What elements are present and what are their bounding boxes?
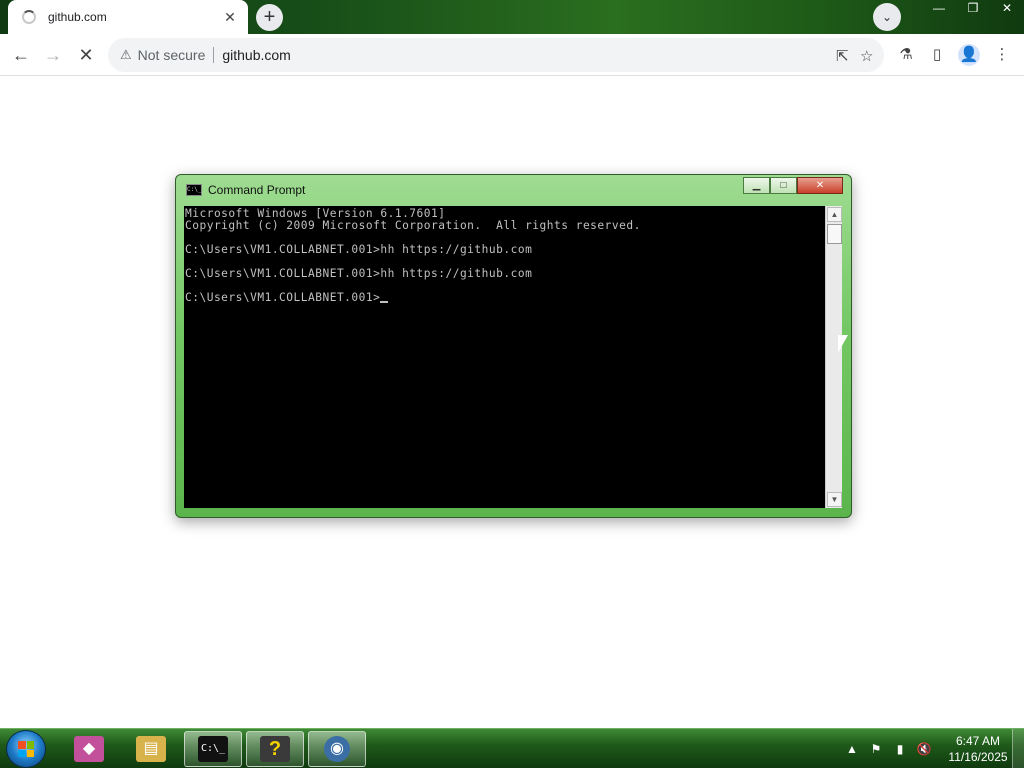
omnibox-divider	[213, 47, 215, 63]
profile-avatar-icon[interactable]: 👤	[958, 44, 980, 66]
clock-date: 11/16/2025	[948, 750, 1008, 764]
console-scrollbar[interactable]: ▲ ▼	[825, 206, 842, 508]
visual-studio-icon: ◆	[74, 736, 104, 762]
cmd-maximize-button[interactable]: □	[770, 177, 797, 194]
tab-title: github.com	[48, 10, 107, 24]
loading-spinner-icon	[22, 10, 36, 24]
windows-taskbar: ◆ ▤ C:\_ ? ◉ ▲ ⚑ ▮ 🔇 6:47 AM 11/16/2025	[0, 728, 1024, 768]
bookmark-star-icon[interactable]: ☆	[860, 47, 873, 65]
window-controls: — ❐ ✕	[922, 0, 1024, 18]
folder-icon: ▤	[136, 736, 166, 762]
stop-loading-button[interactable]: ✕	[73, 42, 99, 68]
system-tray: ▲ ⚑ ▮ 🔇 6:47 AM 11/16/2025	[842, 733, 1010, 765]
tab-search-button[interactable]: ⌄	[873, 3, 901, 31]
restore-button[interactable]: ❐	[956, 0, 990, 18]
tab-github[interactable]: github.com ✕	[8, 0, 248, 34]
console-line: Copyright (c) 2009 Microsoft Corporation…	[185, 219, 641, 232]
help-icon: ?	[260, 736, 290, 762]
console-line: C:\Users\VM1.COLLABNET.001>hh https://gi…	[185, 243, 533, 256]
taskbar-command-prompt[interactable]: C:\_	[184, 731, 242, 767]
cmd-window-controls: ▁ □ ✕	[743, 177, 843, 194]
minimize-button[interactable]: —	[922, 0, 956, 18]
browser-titlebar: github.com ✕ + ⌄ — ❐ ✕	[0, 0, 1024, 34]
close-button[interactable]: ✕	[990, 0, 1024, 18]
side-panel-icon[interactable]: ▯	[926, 44, 948, 66]
tab-close-icon[interactable]: ✕	[222, 9, 238, 26]
clock[interactable]: 6:47 AM 11/16/2025	[946, 733, 1010, 765]
cmd-titlebar[interactable]: C:\_ Command Prompt	[186, 183, 305, 197]
security-label[interactable]: Not secure	[138, 47, 206, 63]
taskbar-chrome[interactable]: ◉	[308, 731, 366, 767]
browser-toolbar: ← → ✕ ⚠ Not secure github.com ⇱ ☆ ⚗ ▯ 👤 …	[0, 34, 1024, 76]
start-button[interactable]	[6, 730, 46, 768]
mouse-pointer-icon	[838, 335, 848, 353]
action-center-flag-icon[interactable]: ⚑	[866, 740, 886, 758]
scroll-thumb[interactable]	[827, 224, 842, 244]
windows-logo-icon	[18, 741, 34, 757]
taskbar-explorer[interactable]: ▤	[122, 731, 180, 767]
taskbar-visual-studio[interactable]: ◆	[60, 731, 118, 767]
cmd-close-button[interactable]: ✕	[797, 177, 843, 194]
share-icon[interactable]: ⇱	[836, 47, 849, 65]
url-text[interactable]: github.com	[222, 47, 290, 63]
console-prompt: C:\Users\VM1.COLLABNET.001>	[185, 291, 381, 304]
scroll-down-icon[interactable]: ▼	[827, 492, 842, 507]
volume-muted-icon[interactable]: 🔇	[914, 740, 934, 758]
network-icon[interactable]: ▮	[890, 740, 910, 758]
scroll-up-icon[interactable]: ▲	[827, 207, 842, 222]
labs-icon[interactable]: ⚗	[895, 44, 917, 66]
cmd-icon: C:\_	[198, 736, 228, 762]
show-desktop-button[interactable]	[1012, 729, 1024, 768]
taskbar-help[interactable]: ?	[246, 731, 304, 767]
console-prompt-line[interactable]: C:\Users\VM1.COLLABNET.001>	[185, 292, 824, 304]
address-bar[interactable]: ⚠ Not secure github.com ⇱ ☆	[108, 38, 884, 72]
show-hidden-icons-button[interactable]: ▲	[842, 740, 862, 758]
forward-button[interactable]: →	[40, 42, 66, 68]
cmd-minimize-button[interactable]: ▁	[743, 177, 770, 194]
chrome-icon: ◉	[324, 736, 350, 762]
cmd-app-icon: C:\_	[186, 184, 202, 196]
cmd-window-title: Command Prompt	[208, 183, 306, 197]
new-tab-button[interactable]: +	[256, 4, 283, 31]
back-button[interactable]: ←	[8, 42, 34, 68]
command-prompt-window[interactable]: C:\_ Command Prompt ▁ □ ✕ Microsoft Wind…	[175, 174, 852, 518]
warning-icon[interactable]: ⚠	[120, 47, 132, 63]
text-cursor	[380, 301, 389, 303]
console-output[interactable]: Microsoft Windows [Version 6.1.7601] Cop…	[184, 206, 825, 508]
menu-kebab-icon[interactable]: ⋮	[991, 44, 1013, 66]
clock-time: 6:47 AM	[955, 734, 1001, 748]
console-line: C:\Users\VM1.COLLABNET.001>hh https://gi…	[185, 267, 533, 280]
